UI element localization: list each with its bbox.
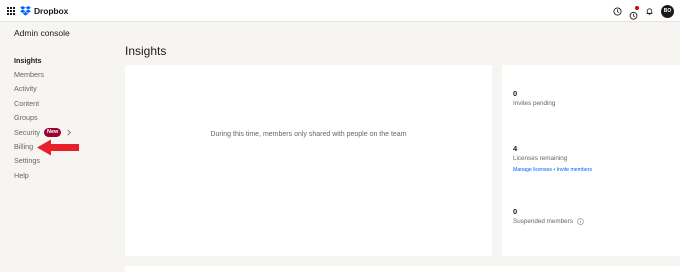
sidebar-item-label: Help [14,170,29,180]
stat-label-text: Suspended members [513,218,573,225]
invite-members-link[interactable]: Invite members [557,167,592,173]
page-title: Insights [125,44,167,58]
manage-licenses-link[interactable]: Manage licenses [513,167,552,173]
sidebar-nav: Insights Members Activity Content Groups… [14,53,114,183]
dropbox-logo[interactable]: Dropbox [20,5,68,17]
help-icon[interactable] [613,6,622,16]
sidebar-item-label: Security [14,127,40,137]
sidebar-item-label: Content [14,98,40,108]
sidebar-item-label: Activity [14,84,37,94]
sidebar-item-label: Insights [14,55,42,65]
sidebar-item-members[interactable]: Members [14,67,114,81]
updates-icon [629,11,638,20]
stat-label: Suspended members [513,218,584,225]
suspended-members-stat: 0 Suspended members [513,207,584,225]
sidebar-item-groups[interactable]: Groups [14,111,114,125]
sidebar-item-label: Members [14,70,44,80]
stat-value: 4 [513,144,518,153]
top-bar: Dropbox BO [0,0,680,22]
license-links: Manage licenses • Invite members [513,167,592,173]
info-icon[interactable] [577,218,584,225]
new-badge: New [43,127,62,137]
app-grid-icon[interactable] [7,7,15,15]
top-icons: BO [613,4,674,20]
sidebar-item-label: Groups [14,113,38,123]
stat-label: Licenses remaining [513,155,592,162]
stat-label-text: Invites pending [513,100,556,107]
logo-text: Dropbox [34,6,69,16]
stat-label-text: Licenses remaining [513,155,568,162]
updates-icon-wrap[interactable] [629,5,639,20]
invites-pending-stat: 0 Invites pending [513,89,555,107]
licenses-remaining-stat: 4 Licenses remaining Manage licenses • I… [513,144,592,173]
avatar[interactable]: BO [661,4,674,18]
sidebar-item-help[interactable]: Help [14,168,114,182]
chevron-right-icon [67,129,72,136]
stat-value: 0 [513,89,518,98]
sidebar-item-activity[interactable]: Activity [14,82,114,96]
stat-label: Invites pending [513,100,555,107]
next-card-edge [125,266,680,272]
stat-value: 0 [513,207,518,216]
annotation-arrow-icon [37,139,79,156]
empty-state-message: During this time, members only shared wi… [210,131,407,138]
sidebar-item-insights[interactable]: Insights [14,53,114,67]
team-stats-card: 0 Invites pending 4 Licenses remaining M… [502,65,680,256]
notification-dot [635,5,639,10]
admin-console-title: Admin console [14,28,70,38]
sidebar-item-content[interactable]: Content [14,96,114,110]
sharing-insights-card: During this time, members only shared wi… [125,65,492,256]
avatar-initials: BO [663,8,672,14]
dropbox-icon [20,6,31,16]
bell-icon[interactable] [645,7,654,16]
sidebar-item-label: Billing [14,142,34,152]
